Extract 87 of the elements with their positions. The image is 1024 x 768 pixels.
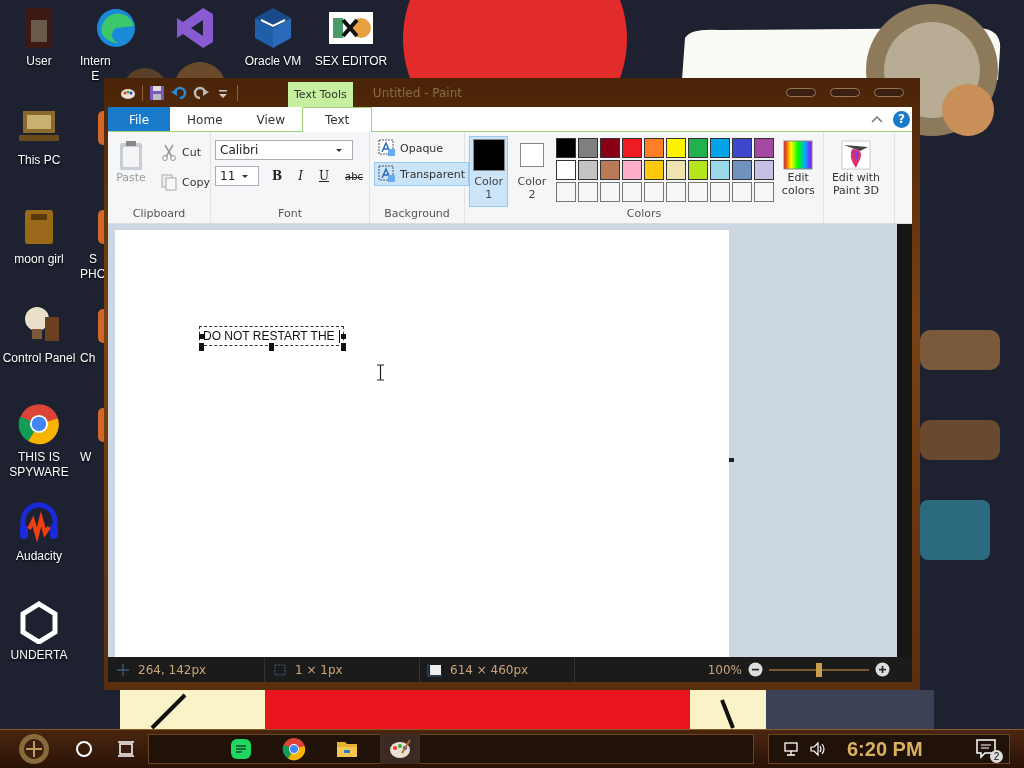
maximize-button[interactable] <box>830 88 860 97</box>
color-swatch[interactable] <box>709 160 730 180</box>
image-size: 614 × 460px <box>450 662 529 677</box>
color-swatch[interactable] <box>621 160 642 180</box>
color-slot-button[interactable]: Color 1 <box>469 136 509 207</box>
strikethrough-button[interactable]: abc <box>342 169 366 183</box>
redo-icon[interactable] <box>193 84 209 101</box>
color-swatch[interactable] <box>753 160 774 180</box>
icon-label[interactable]: User <box>26 54 52 69</box>
chrome-icon[interactable] <box>17 402 61 446</box>
network-icon[interactable] <box>783 740 801 758</box>
selection-size: 1 × 1px <box>295 662 343 677</box>
icon-label[interactable]: This PC <box>17 153 61 168</box>
text-background-icon <box>378 139 396 157</box>
color-swatch[interactable] <box>555 160 576 180</box>
contextual-tab-title: Text Tools <box>288 82 353 107</box>
color-swatch[interactable] <box>687 160 708 180</box>
color-swatch[interactable] <box>599 160 620 180</box>
icon-label[interactable]: Audacity <box>16 549 62 564</box>
group-label: Colors <box>625 207 663 222</box>
undo-icon[interactable] <box>171 84 187 101</box>
group-label: Font <box>277 207 303 222</box>
slider-thumb[interactable] <box>816 662 822 677</box>
icon-label[interactable]: THIS IS SPYWARE <box>9 450 69 480</box>
icon-label[interactable]: UNDERTA <box>10 648 68 663</box>
color-swatch[interactable] <box>753 138 774 158</box>
color-swatch[interactable] <box>731 138 752 158</box>
icon-label[interactable]: W <box>80 450 92 465</box>
font-dropdown[interactable]: Calibri <box>215 140 353 160</box>
color-swatch[interactable] <box>709 138 730 158</box>
color-swatch[interactable] <box>643 138 664 158</box>
color-swatch[interactable] <box>577 138 598 158</box>
italic-button[interactable]: I <box>295 168 306 184</box>
color-swatch[interactable] <box>621 138 642 158</box>
group-label: Clipboard <box>131 207 187 222</box>
icon-label[interactable]: SEX EDITOR <box>314 54 388 69</box>
color-swatch[interactable] <box>687 138 708 158</box>
paint-3d-button[interactable]: Edit with Paint 3D <box>828 136 884 223</box>
minimize-button[interactable] <box>786 88 816 97</box>
text-cursor-icon <box>376 364 385 381</box>
paint-3d-icon <box>840 139 872 171</box>
color-swatch[interactable] <box>643 160 664 180</box>
text-box[interactable]: DO NOT RESTART THE <box>197 324 346 348</box>
icon-label[interactable]: Control Panel <box>2 351 76 366</box>
color-swatch[interactable] <box>665 160 686 180</box>
zoom-out-button[interactable] <box>748 662 763 677</box>
color-gradient-icon <box>782 139 815 171</box>
color-slot-button[interactable]: Color 2 <box>512 136 552 207</box>
color-swatch[interactable] <box>555 138 576 158</box>
resize-handle[interactable] <box>729 458 734 462</box>
icon-label[interactable]: S PHO <box>80 252 106 282</box>
icon-label[interactable]: moon girl <box>14 252 64 267</box>
zoom-in-button[interactable] <box>875 662 890 677</box>
help-button[interactable]: ? <box>893 110 910 128</box>
taskbar-app[interactable] <box>380 734 420 764</box>
wave-icon[interactable] <box>94 6 138 50</box>
color-swatch[interactable] <box>665 138 686 158</box>
volume-icon[interactable] <box>809 740 827 758</box>
font-size-dropdown[interactable]: 11 <box>215 166 259 186</box>
chat-icon <box>229 737 253 761</box>
copy-icon <box>160 173 178 191</box>
color-swatch[interactable] <box>599 138 620 158</box>
background-option[interactable]: Transparent <box>374 162 470 186</box>
save-icon[interactable] <box>149 84 165 101</box>
group-label: Background <box>383 207 451 222</box>
clock[interactable]: 6:20 PM <box>847 737 923 761</box>
scissors-icon <box>160 143 178 161</box>
color-swatch[interactable] <box>577 160 598 180</box>
window-title: Untitled - Paint <box>372 85 463 100</box>
drawing-canvas[interactable]: DO NOT RESTART THE <box>115 230 729 657</box>
zoom-level: 100% <box>707 662 742 677</box>
cursor-position: 264, 142px <box>138 662 207 677</box>
color-swatch[interactable] <box>731 160 752 180</box>
edit-colors-button[interactable]: Edit colors <box>777 136 819 207</box>
background-option[interactable]: Opaque <box>374 136 470 160</box>
ribbon-tab[interactable]: Text <box>302 107 373 132</box>
collapse-caret-icon[interactable] <box>871 115 883 123</box>
chrome-icon <box>282 737 306 761</box>
bold-button[interactable]: B <box>269 168 286 184</box>
paint-palette-icon <box>388 737 412 761</box>
icon-label[interactable]: Ch <box>80 351 96 366</box>
file-menu-tab[interactable]: File <box>108 107 171 131</box>
underline-button[interactable]: U <box>315 168 333 184</box>
text-background-icon <box>378 165 396 183</box>
icon-label[interactable]: Intern E <box>80 54 111 84</box>
icon-label[interactable]: Oracle VM <box>244 54 302 69</box>
close-button[interactable] <box>874 88 904 97</box>
